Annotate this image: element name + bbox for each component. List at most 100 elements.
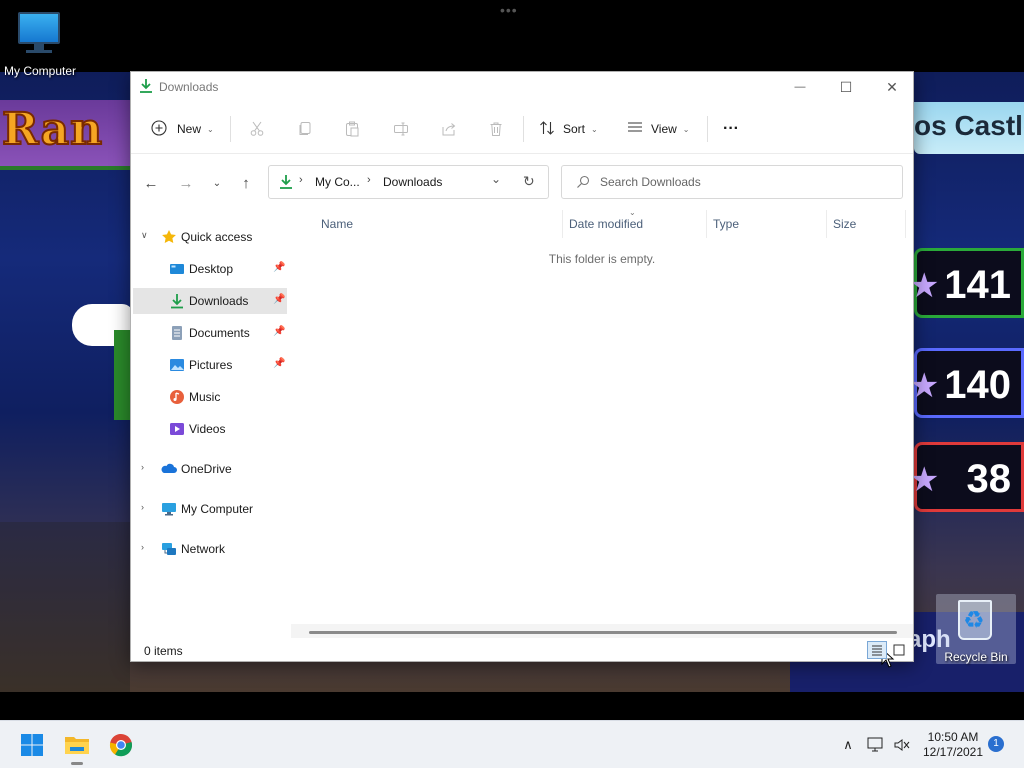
nav-item-desktop[interactable]: Desktop 📌: [133, 256, 287, 282]
breadcrumb-separator-icon: ›: [367, 174, 371, 186]
column-divider[interactable]: [826, 210, 827, 238]
copy-icon[interactable]: [291, 116, 319, 142]
column-divider[interactable]: [706, 210, 707, 238]
share-icon[interactable]: [435, 116, 463, 142]
command-separator: [523, 116, 524, 142]
network-tray-icon[interactable]: [866, 735, 886, 755]
desktop-top-handle: •••: [500, 2, 518, 18]
up-button[interactable]: ↑: [234, 172, 258, 194]
recent-locations-button[interactable]: ⌄: [205, 172, 229, 194]
item-count: 0 items: [144, 644, 183, 658]
ellipsis-icon: ···: [723, 120, 739, 137]
chrome-icon: [109, 734, 133, 757]
wallpaper-banner-left: Ran: [0, 100, 130, 170]
back-button[interactable]: ←: [139, 172, 163, 194]
show-hidden-icons-button[interactable]: ∧: [838, 735, 858, 755]
nav-item-label: Music: [189, 390, 221, 404]
nav-item-onedrive[interactable]: › OneDrive: [133, 456, 287, 482]
view-button-label: View: [651, 122, 677, 136]
wallpaper-score-value: 140: [944, 363, 1011, 407]
arrow-up-icon: ↑: [242, 174, 250, 192]
maximize-button[interactable]: ☐: [823, 72, 869, 102]
horizontal-scrollbar-thumb[interactable]: [309, 631, 897, 634]
nav-item-downloads[interactable]: Downloads 📌: [133, 288, 287, 314]
nav-item-network[interactable]: › Network: [133, 536, 287, 562]
command-separator: [230, 116, 231, 142]
column-divider[interactable]: [562, 210, 563, 238]
sort-arrows-icon: [539, 120, 555, 139]
chevron-right-icon[interactable]: ›: [141, 542, 144, 552]
volume-tray-icon[interactable]: [892, 735, 912, 755]
paste-icon[interactable]: [338, 116, 366, 142]
more-options-button[interactable]: ···: [723, 114, 739, 144]
list-lines-icon: [627, 121, 643, 138]
nav-item-music[interactable]: Music: [133, 384, 287, 410]
delete-icon[interactable]: [482, 116, 510, 142]
nav-item-videos[interactable]: Videos: [133, 416, 287, 442]
sort-button[interactable]: Sort ⌄: [539, 114, 598, 144]
nav-item-label: Documents: [189, 326, 250, 340]
title-bar[interactable]: Downloads — ☐ ✕: [131, 72, 913, 102]
nav-item-my-computer[interactable]: › My Computer: [133, 496, 287, 522]
wallpaper-score-3: ★ 38: [909, 442, 1024, 512]
desktop-icon-label: My Computer: [3, 64, 77, 78]
clock[interactable]: 10:50 AM 12/17/2021: [918, 730, 988, 760]
search-box[interactable]: [561, 165, 903, 199]
volume-muted-icon: [894, 739, 910, 751]
document-icon: [169, 325, 185, 341]
column-header-size[interactable]: Size: [833, 217, 856, 231]
column-header-type[interactable]: Type: [713, 217, 739, 231]
forward-button[interactable]: →: [174, 172, 198, 194]
column-header-date-modified[interactable]: Date modified: [569, 217, 643, 231]
recycle-bin-icon: [958, 600, 992, 640]
command-bar: New ⌄ Sort ⌄ View ⌄ ···: [131, 102, 913, 154]
sort-indicator-icon: ⌄: [629, 208, 636, 217]
view-button[interactable]: View ⌄: [627, 114, 690, 144]
desktop-icon-recycle-bin[interactable]: Recycle Bin: [936, 594, 1016, 664]
breadcrumb-my-computer[interactable]: My Co...: [315, 175, 360, 189]
column-header-name[interactable]: Name: [321, 217, 353, 231]
nav-item-label: My Computer: [181, 502, 254, 516]
pin-icon[interactable]: 📌: [273, 358, 285, 369]
nav-quick-access[interactable]: ∨ Quick access: [133, 224, 287, 250]
wallpaper-banner-left-text: Ran: [1, 103, 104, 156]
file-explorer-window: Downloads — ☐ ✕ New ⌄ Sort ⌄ View ⌄ ··· …: [130, 71, 914, 668]
details-view-button[interactable]: [867, 641, 887, 659]
chevron-right-icon[interactable]: ›: [141, 462, 144, 472]
thumbnails-view-button[interactable]: [889, 641, 909, 659]
chevron-right-icon[interactable]: ›: [141, 502, 144, 512]
chevron-down-icon[interactable]: ∨: [141, 230, 148, 241]
pin-icon[interactable]: 📌: [273, 294, 285, 305]
address-bar[interactable]: › My Co... › Downloads ⌄ ↻: [268, 165, 549, 199]
file-list-pane[interactable]: ⌄ Name Date modified Type Size This fold…: [291, 208, 913, 668]
address-history-dropdown[interactable]: ⌄: [491, 172, 501, 186]
minimize-button[interactable]: —: [777, 72, 823, 102]
nav-item-label: Desktop: [189, 262, 234, 276]
nav-item-pictures[interactable]: Pictures 📌: [133, 352, 287, 378]
pin-icon[interactable]: 📌: [273, 262, 285, 273]
column-divider[interactable]: [905, 210, 906, 238]
search-input[interactable]: [600, 174, 890, 190]
address-row: ← → ⌄ ↑ › My Co... › Downloads ⌄ ↻: [131, 154, 913, 210]
cut-icon[interactable]: [243, 116, 271, 142]
notification-badge[interactable]: 1: [988, 736, 1004, 752]
videos-icon: [169, 421, 185, 437]
thumbnails-view-icon: [893, 644, 905, 656]
desktop-icon-my-computer[interactable]: My Computer: [0, 8, 80, 78]
nav-item-documents[interactable]: Documents 📌: [133, 320, 287, 346]
desktop-icon: [169, 261, 185, 277]
taskbar-file-explorer[interactable]: [60, 729, 94, 765]
arrow-left-icon: ←: [143, 174, 159, 192]
rename-icon[interactable]: [387, 116, 415, 142]
new-button[interactable]: New ⌄: [151, 114, 214, 144]
taskbar-chrome[interactable]: [104, 729, 138, 761]
download-arrow-icon: [169, 293, 185, 309]
wallpaper-score-value: 38: [966, 457, 1012, 501]
close-button[interactable]: ✕: [869, 72, 915, 102]
monitor-base: [26, 50, 52, 53]
pin-icon[interactable]: 📌: [273, 326, 285, 337]
breadcrumb-downloads[interactable]: Downloads: [383, 175, 442, 189]
start-button[interactable]: [15, 729, 49, 761]
close-icon: ✕: [886, 78, 898, 95]
refresh-icon[interactable]: ↻: [523, 173, 535, 190]
